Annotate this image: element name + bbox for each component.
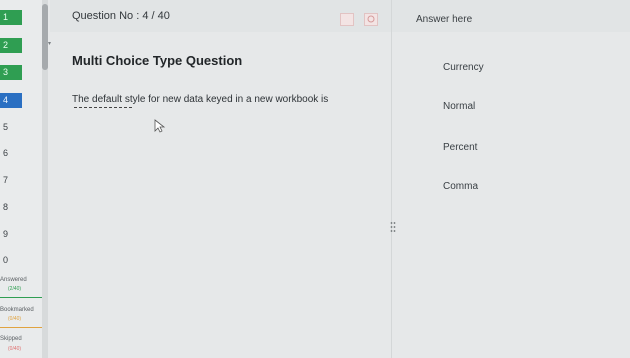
scroll-down-arrow-icon[interactable]: ▾ <box>48 40 51 47</box>
legend-bookmarked-line <box>0 327 44 328</box>
legend-answered-label: Answered <box>0 277 27 283</box>
legend-bookmarked-label: Bookmarked <box>0 307 34 313</box>
legend-skipped-count: (0/40) <box>8 346 22 352</box>
answer-here-label: Answer here <box>416 14 473 25</box>
legend-answered-count: (2/40) <box>8 286 22 292</box>
question-number-7[interactable]: 7 <box>0 173 22 188</box>
option-percent[interactable]: Percent <box>443 142 477 153</box>
legend-answered-line <box>0 297 44 298</box>
question-navigator: 1 2 3 4 5 6 7 8 9 0 Answered (2/40) Book… <box>0 0 44 358</box>
question-number-6[interactable]: 6 <box>0 146 22 161</box>
question-number-9[interactable]: 9 <box>0 227 22 242</box>
panel-divider <box>391 0 392 358</box>
question-number-10[interactable]: 0 <box>0 253 22 268</box>
legend-bookmarked-count: (0/40) <box>8 316 22 322</box>
question-number-8[interactable]: 8 <box>0 200 22 215</box>
mouse-pointer-icon <box>154 119 166 133</box>
question-text: The default style for new data keyed in … <box>72 94 329 105</box>
nav-scrollbar-thumb[interactable] <box>42 4 48 70</box>
option-comma[interactable]: Comma <box>443 181 478 192</box>
option-normal[interactable]: Normal <box>443 101 475 112</box>
question-number-2[interactable]: 2 <box>0 38 22 53</box>
question-number-1[interactable]: 1 <box>0 10 22 25</box>
drag-handle-icon[interactable] <box>390 221 396 233</box>
legend-skipped-label: Skipped <box>0 336 22 342</box>
circle-icon <box>367 15 375 23</box>
question-number-label: Question No : 4 / 40 <box>72 10 170 22</box>
question-number-4[interactable]: 4 <box>0 93 22 108</box>
flag-icon[interactable] <box>364 13 378 26</box>
answer-blank <box>74 107 132 108</box>
question-number-5[interactable]: 5 <box>0 120 22 135</box>
bookmark-icon[interactable] <box>340 13 354 26</box>
question-type-title: Multi Choice Type Question <box>72 53 243 68</box>
option-currency[interactable]: Currency <box>443 62 484 73</box>
question-number-3[interactable]: 3 <box>0 65 22 80</box>
